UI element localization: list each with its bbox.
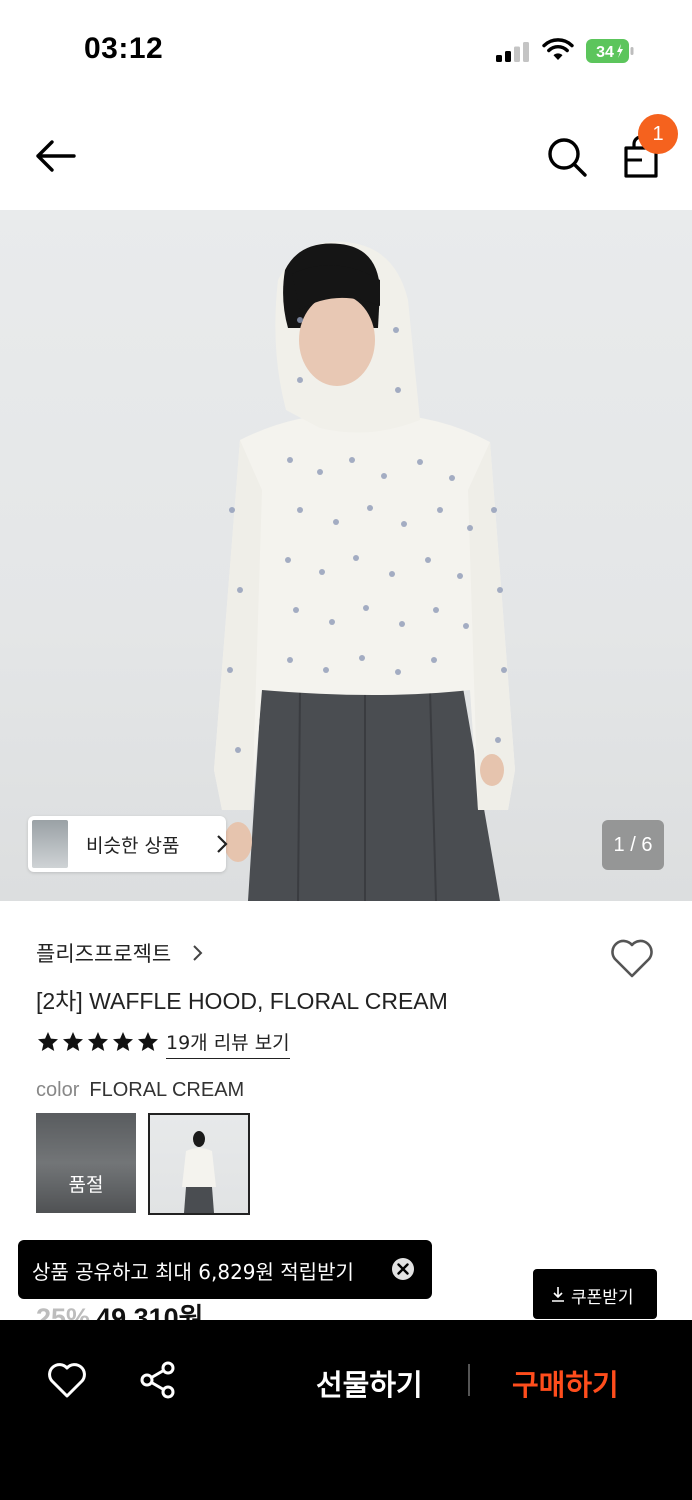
heart-icon[interactable] xyxy=(46,1360,88,1400)
download-icon xyxy=(552,1287,564,1302)
color-swatch-grey[interactable]: 품절 xyxy=(36,1113,136,1213)
search-icon[interactable] xyxy=(544,134,590,180)
color-row: color FLORAL CREAM xyxy=(36,1079,244,1102)
brand-name[interactable]: 플리즈프로젝트 xyxy=(36,938,171,968)
review-link[interactable]: 19개 리뷰 보기 xyxy=(166,1028,290,1059)
similar-products-button[interactable]: 비슷한 상품 xyxy=(28,816,228,872)
product-title: [2차] WAFFLE HOOD, FLORAL CREAM xyxy=(36,988,448,1014)
swatch-photo xyxy=(182,1131,216,1213)
star-icon xyxy=(88,1032,108,1051)
color-swatch-floral-cream[interactable] xyxy=(148,1113,250,1215)
color-value: FLORAL CREAM xyxy=(89,1079,245,1101)
star-icon xyxy=(113,1032,133,1051)
back-arrow-icon[interactable] xyxy=(30,134,80,178)
product-image[interactable] xyxy=(0,210,692,901)
battery-icon: 34 xyxy=(586,39,634,63)
cellular-signal-icon xyxy=(496,42,529,62)
gift-button[interactable]: 선물하기 xyxy=(316,1362,423,1404)
bottom-action-bar xyxy=(0,1320,692,1500)
buy-button[interactable]: 구매하기 xyxy=(512,1362,619,1404)
status-time: 03:12 xyxy=(84,32,164,65)
battery-level: 34 xyxy=(596,44,614,61)
share-reward-toast: 상품 공유하고 최대 6,829원 적립받기 xyxy=(18,1240,432,1299)
star-icon xyxy=(38,1032,58,1051)
chevron-right-icon[interactable] xyxy=(192,944,204,962)
chevron-right-icon xyxy=(217,835,228,853)
similar-products-label: 비슷한 상품 xyxy=(86,835,180,857)
top-navigation xyxy=(0,100,692,210)
wishlist-heart-icon[interactable] xyxy=(608,936,656,980)
divider xyxy=(468,1364,470,1396)
rating-stars xyxy=(36,1030,160,1056)
coupon-label: 쿠폰받기 xyxy=(571,1288,634,1308)
sold-out-label: 품절 xyxy=(36,1113,136,1213)
color-label: color xyxy=(36,1079,80,1101)
product-photo xyxy=(214,241,515,901)
coupon-download-button[interactable]: 쿠폰받기 xyxy=(533,1269,657,1319)
close-icon[interactable] xyxy=(391,1257,415,1281)
similar-product-thumbnail xyxy=(32,820,68,868)
star-icon xyxy=(138,1032,158,1051)
cart-count-badge: 1 xyxy=(638,114,678,154)
share-icon[interactable] xyxy=(138,1360,178,1400)
wifi-icon xyxy=(542,38,574,60)
star-icon xyxy=(63,1032,83,1051)
status-bar: 03:12 34 xyxy=(0,0,692,100)
toast-message: 상품 공유하고 최대 6,829원 적립받기 xyxy=(32,1260,354,1284)
image-page-indicator: 1 / 6 xyxy=(602,820,664,870)
